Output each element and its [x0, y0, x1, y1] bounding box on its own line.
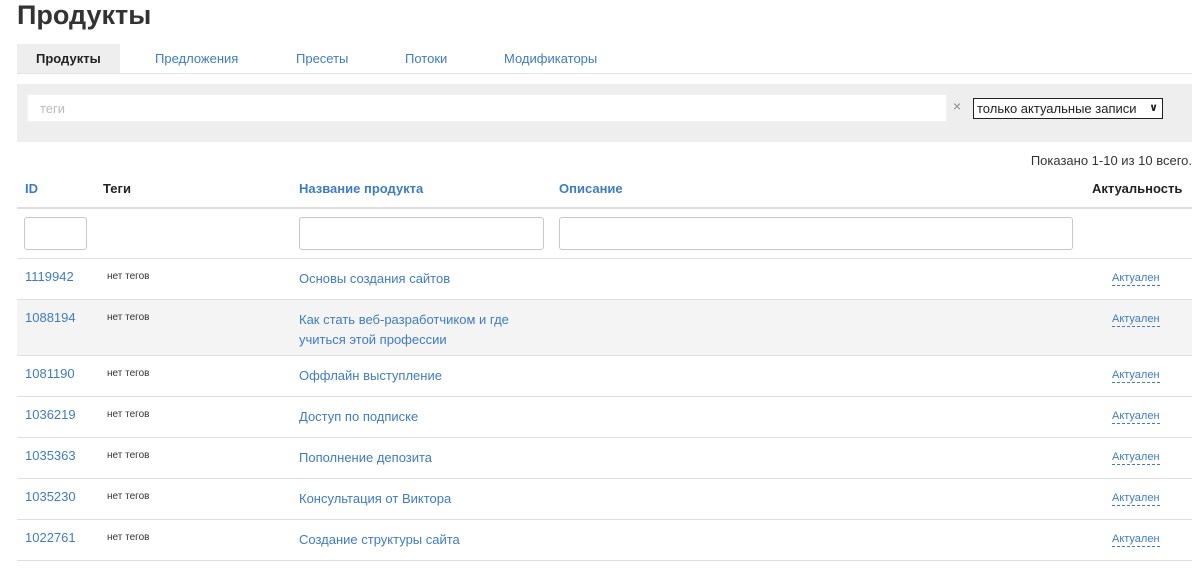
actuality-select[interactable]: только актуальные записи ∨ — [973, 98, 1163, 119]
tab-products[interactable]: Продукты — [17, 44, 120, 73]
filter-bar: теги × только актуальные записи ∨ — [17, 84, 1192, 142]
table-row: 1036219 нет тегов Доступ по подписке Акт… — [17, 396, 1192, 437]
product-tags: нет тегов — [107, 409, 150, 420]
product-tags: нет тегов — [107, 491, 150, 502]
product-tags: нет тегов — [107, 368, 150, 379]
chevron-down-icon: ∨ — [1149, 102, 1158, 114]
description-filter-input[interactable] — [559, 217, 1073, 250]
product-tags: нет тегов — [107, 271, 150, 282]
column-header-actuality: Актуальность — [1092, 181, 1183, 196]
product-name-link[interactable]: Пополнение депозита — [299, 448, 539, 468]
tags-filter-input[interactable]: теги — [27, 94, 947, 122]
header-divider — [17, 207, 1192, 209]
actuality-toggle[interactable]: Актуален — [1112, 313, 1160, 327]
product-tags: нет тегов — [107, 450, 150, 461]
page-title: Продукты — [17, 0, 152, 30]
product-id-link[interactable]: 1081190 — [25, 366, 75, 381]
id-filter-input[interactable] — [24, 217, 87, 250]
product-name-link[interactable]: Создание структуры сайта — [299, 530, 539, 550]
tab-presets[interactable]: Пресеты — [296, 44, 348, 73]
product-id-link[interactable]: 1022761 — [25, 530, 76, 545]
product-id-link[interactable]: 1035363 — [25, 448, 76, 463]
tab-streams[interactable]: Потоки — [405, 44, 447, 73]
close-icon[interactable]: × — [953, 98, 961, 114]
actuality-toggle[interactable]: Актуален — [1112, 533, 1160, 547]
tab-offers[interactable]: Предложения — [155, 44, 238, 73]
product-name-link[interactable]: Консультация от Виктора — [299, 489, 539, 509]
table-row: 1035230 нет тегов Консультация от Виктор… — [17, 478, 1192, 519]
product-tags: нет тегов — [107, 312, 150, 323]
product-id-link[interactable]: 1119942 — [25, 269, 74, 284]
actuality-toggle[interactable]: Актуален — [1112, 369, 1160, 383]
product-id-link[interactable]: 1088194 — [25, 310, 76, 325]
product-name-link[interactable]: Как стать веб-разработчиком и где учитьс… — [299, 310, 539, 350]
column-header-id[interactable]: ID — [25, 181, 38, 196]
actuality-toggle[interactable]: Актуален — [1112, 451, 1160, 465]
actuality-toggle[interactable]: Актуален — [1112, 492, 1160, 506]
name-filter-input[interactable] — [299, 217, 544, 250]
column-header-name[interactable]: Название продукта — [299, 181, 423, 196]
table-row: 1081190 нет тегов Оффлайн выступление Ак… — [17, 355, 1192, 396]
tabs: Продукты Предложения Пресеты Потоки Моди… — [17, 44, 1192, 74]
actuality-select-value: только актуальные записи — [977, 101, 1137, 116]
column-header-description[interactable]: Описание — [559, 181, 623, 196]
actuality-toggle[interactable]: Актуален — [1112, 410, 1160, 424]
table-row: 1119942 нет тегов Основы создания сайтов… — [17, 258, 1192, 299]
product-name-link[interactable]: Оффлайн выступление — [299, 366, 539, 386]
product-name-link[interactable]: Основы создания сайтов — [299, 269, 539, 289]
table-row: 1088194 нет тегов Как стать веб-разработ… — [17, 299, 1192, 355]
product-tags: нет тегов — [107, 532, 150, 543]
table-row: 1035363 нет тегов Пополнение депозита Ак… — [17, 437, 1192, 478]
product-id-link[interactable]: 1035230 — [25, 489, 76, 504]
results-summary: Показано 1-10 из 10 всего. — [1030, 153, 1192, 168]
tab-modifiers[interactable]: Модификаторы — [504, 44, 597, 73]
column-header-tags: Теги — [103, 181, 131, 196]
table-row: 1022761 нет тегов Создание структуры сай… — [17, 519, 1192, 561]
product-id-link[interactable]: 1036219 — [25, 407, 76, 422]
actuality-toggle[interactable]: Актуален — [1112, 272, 1160, 286]
product-name-link[interactable]: Доступ по подписке — [299, 407, 539, 427]
